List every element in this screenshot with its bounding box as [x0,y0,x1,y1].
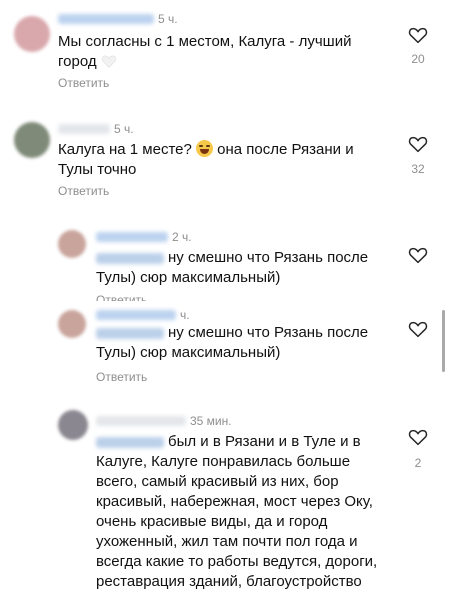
reply-button[interactable]: Ответить [58,184,109,198]
comment-text: ну смешно что Рязань после Тулы) сюр мак… [96,248,386,288]
comment-5: 35 мин. был и в Рязани и в Туле и в Калу… [0,400,450,600]
timestamp: 2 ч. [172,230,192,244]
username[interactable] [96,310,176,320]
avatar[interactable] [58,230,86,258]
reply-button[interactable]: Ответить [96,293,147,301]
reply-button[interactable]: Ответить [58,76,109,90]
avatar[interactable] [58,410,88,440]
timestamp: 5 ч. [114,122,134,136]
timestamp: 35 мин. [190,414,232,428]
comment-meta: ч. [96,308,190,322]
comment-body: был и в Рязани и в Туле и в Калуге, Калу… [96,433,378,590]
heart-outline-icon[interactable] [408,246,428,264]
like-count: 20 [411,52,425,66]
comment-body: Калуга на 1 месте? [58,141,192,158]
avatar[interactable] [58,310,86,338]
avatar[interactable] [14,16,50,52]
like-count: 2 [414,456,422,470]
comment-meta: 5 ч. [58,122,134,136]
scrollbar[interactable] [442,310,445,372]
laughing-face-emoji [196,140,213,157]
username[interactable] [58,124,110,134]
mention-tag[interactable] [96,327,164,339]
username[interactable] [96,232,168,242]
timestamp: ч. [180,308,190,322]
comment-text: Мы согласны с 1 местом, Калуга - лучший … [58,32,378,72]
comment-text: был и в Рязани и в Туле и в Калуге, Калу… [96,432,386,592]
comment-text: Калуга на 1 месте? она после Рязани и Ту… [58,140,378,180]
heart-outline-icon[interactable] [408,26,428,44]
heart-outline-icon[interactable] [408,320,428,338]
comment-2: 5 ч. Калуга на 1 месте? она после Рязани… [0,110,450,220]
comment-1: 5 ч. Мы согласны с 1 местом, Калуга - лу… [0,0,450,110]
comment-meta: 2 ч. [96,230,192,244]
like-count: 32 [411,162,425,176]
reply-button[interactable]: Ответить [96,370,147,384]
reply-comment-2: ч. ну смешно что Рязань после Тулы) сюр … [0,302,450,400]
comment-meta: 35 мин. [96,414,232,428]
heart-outline-icon[interactable] [408,428,428,446]
heart-outline-icon[interactable] [408,135,428,153]
mention-tag[interactable] [96,436,164,448]
avatar[interactable] [14,122,50,158]
mention-tag[interactable] [96,252,164,264]
username[interactable] [58,14,154,24]
comment-text: ну смешно что Рязань после Тулы) сюр мак… [96,323,386,363]
white-heart-emoji [101,55,116,68]
username[interactable] [96,416,186,426]
comment-meta: 5 ч. [58,12,178,26]
timestamp: 5 ч. [158,12,178,26]
reply-comment-1: 2 ч. ну смешно что Рязань после Тулы) сю… [0,220,450,302]
